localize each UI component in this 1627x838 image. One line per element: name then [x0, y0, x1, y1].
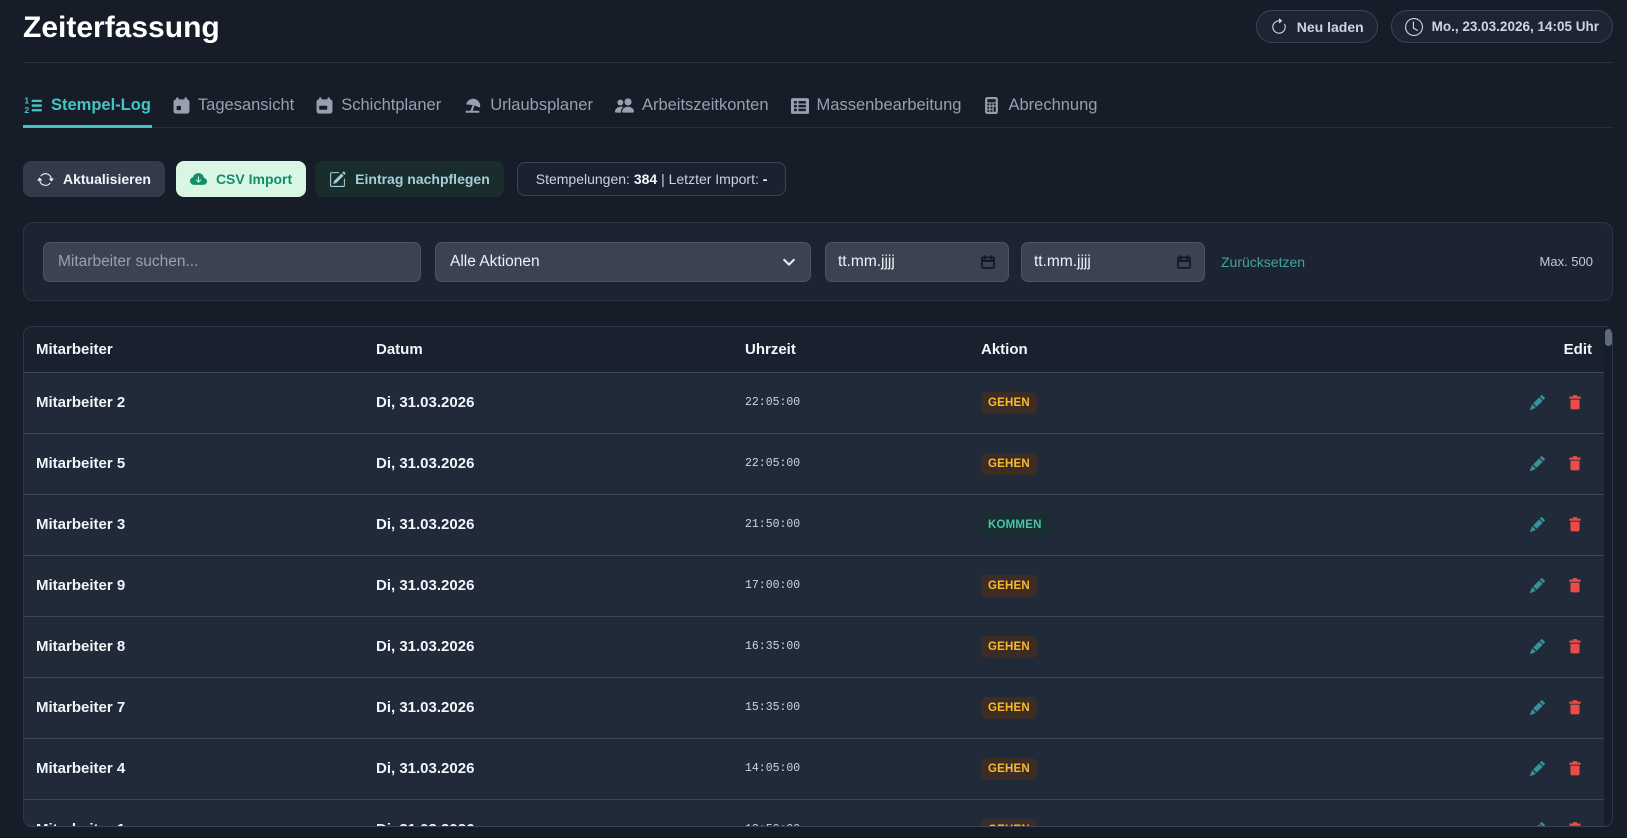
svg-text:2: 2: [24, 105, 29, 115]
